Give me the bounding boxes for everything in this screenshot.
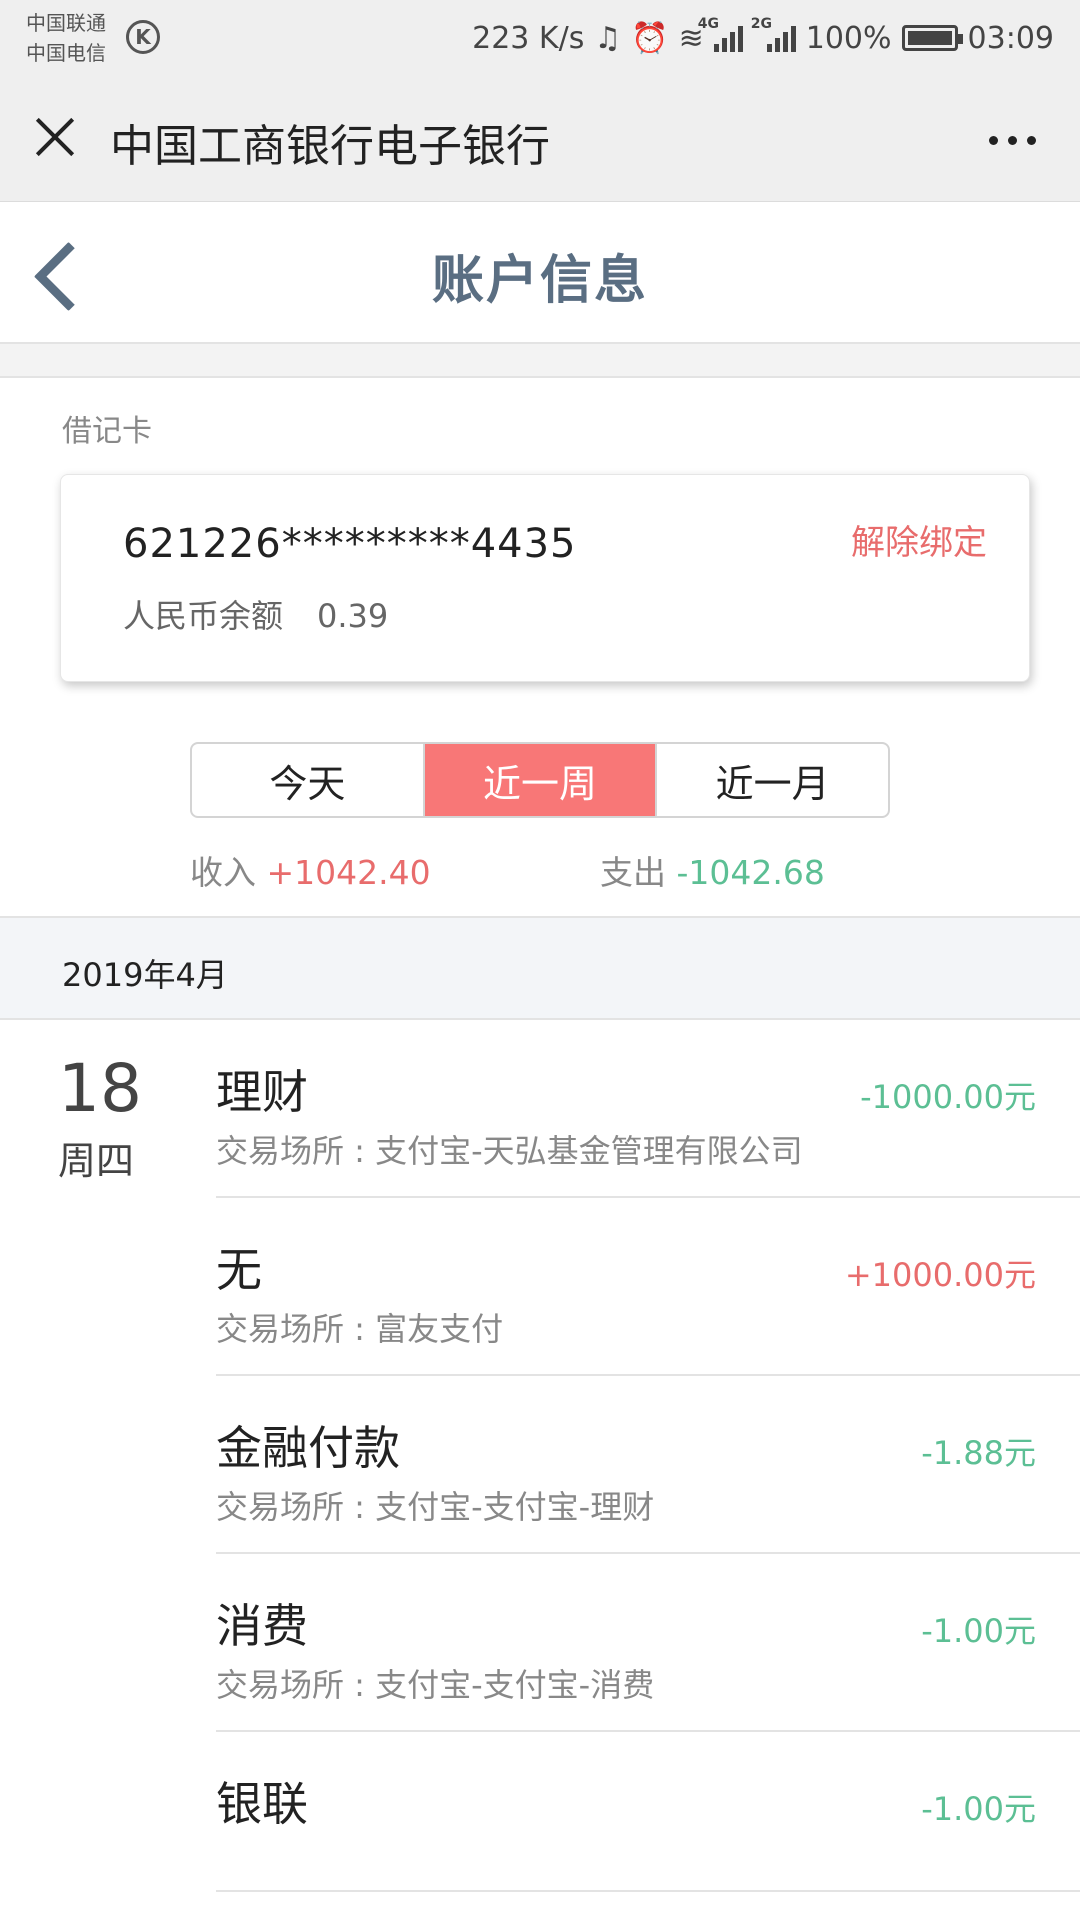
expense-label: 支出 (600, 853, 666, 892)
status-indicators: 223 K/s ♫ ⏰ ≋ 4G 2G 100% 03:09 (472, 16, 1054, 60)
transaction-amount: -1000.00元 (860, 1078, 1036, 1116)
carrier-labels: 中国联通 中国电信 (26, 8, 106, 68)
transaction-place: 交易场所 : 支付宝-支付宝-消费 (216, 1666, 655, 1704)
signal-2g-label: 2G (750, 16, 772, 32)
period-selector: 今天 近一周 近一月 (190, 742, 890, 818)
transaction-title: 银联 (216, 1777, 308, 1831)
balance-value: 0.39 (317, 597, 389, 635)
transaction-row[interactable]: 理财 -1000.00元 交易场所 : 支付宝-天弘基金管理有限公司 (216, 1020, 1080, 1198)
carrier-1: 中国联通 (26, 11, 106, 35)
transaction-amount: +1000.00元 (844, 1256, 1036, 1294)
transaction-title: 理财 (216, 1065, 308, 1119)
month-label: 2019年4月 (62, 956, 228, 994)
transaction-row[interactable]: 金融付款 -1.88元 交易场所 : 支付宝-支付宝-理财 (216, 1376, 1080, 1554)
transaction-place: 交易场所 : 支付宝-支付宝-理财 (216, 1488, 655, 1526)
unbind-button[interactable]: 解除绑定 (851, 515, 987, 564)
signal-4g-label: 4G (697, 16, 719, 32)
transaction-place: 交易场所 : 富友支付 (216, 1310, 504, 1348)
card-type-label: 借记卡 (62, 414, 152, 449)
k-badge-icon: K (126, 20, 160, 54)
more-icon[interactable] (989, 136, 1036, 145)
status-bar: 中国联通 中国电信 K 223 K/s ♫ ⏰ ≋ 4G 2G 100% 03:… (0, 0, 1080, 80)
bank-card: 621226*********4435 解除绑定 人民币余额 0.39 (60, 474, 1030, 682)
card-number: 621226*********4435 (123, 521, 577, 567)
signal-4g-icon: 4G (698, 16, 743, 52)
clock: 03:09 (967, 20, 1054, 56)
transaction-title: 无 (216, 1243, 262, 1297)
window-title: 中国工商银行电子银行 (110, 121, 550, 172)
expense-value: -1042.68 (676, 853, 825, 892)
tab-last-week[interactable]: 近一周 (422, 744, 656, 816)
transaction-title: 金融付款 (216, 1421, 400, 1475)
tab-last-month[interactable]: 近一月 (655, 744, 888, 816)
tab-today[interactable]: 今天 (192, 744, 423, 816)
page-header: 账户信息 (0, 202, 1080, 344)
browser-titlebar: 中国工商银行电子银行 (0, 80, 1080, 202)
app-root: 中国联通 中国电信 K 223 K/s ♫ ⏰ ≋ 4G 2G 100% 03:… (0, 0, 1080, 1920)
transaction-amount: -1.88元 (921, 1434, 1036, 1472)
network-speed: 223 K/s (472, 20, 585, 56)
transaction-row[interactable]: 消费 -1.00元 交易场所 : 支付宝-支付宝-消费 (216, 1554, 1080, 1732)
date-day: 18 (58, 1050, 142, 1127)
balance-row: 人民币余额 0.39 (123, 591, 388, 637)
transaction-amount: -1.00元 (921, 1790, 1036, 1828)
signal-2g-icon: 2G (751, 16, 796, 52)
battery-percent: 100% (805, 20, 892, 56)
transaction-amount: -1.00元 (921, 1612, 1036, 1650)
transaction-place: 交易场所 : 支付宝-天弘基金管理有限公司 (216, 1132, 803, 1170)
close-icon[interactable] (34, 116, 76, 158)
transaction-row[interactable]: 无 +1000.00元 交易场所 : 富友支付 (216, 1198, 1080, 1376)
date-weekday: 周四 (58, 1139, 135, 1183)
income-total: 收入 +1042.40 (190, 846, 431, 894)
month-header: 2019年4月 (0, 916, 1080, 1020)
page-title: 账户信息 (431, 251, 648, 311)
alarm-icon: ⏰ (631, 20, 669, 56)
transaction-row[interactable]: 银联 -1.00元 (216, 1732, 1080, 1892)
carrier-2: 中国电信 (26, 41, 106, 65)
income-value: +1042.40 (266, 853, 431, 892)
income-label: 收入 (190, 853, 256, 892)
expense-total: 支出 -1042.68 (600, 846, 825, 894)
balance-label: 人民币余额 (123, 597, 284, 635)
section-divider (0, 344, 1080, 378)
headset-icon: ♫ (594, 20, 622, 56)
transaction-title: 消费 (216, 1599, 308, 1653)
battery-icon (901, 25, 963, 51)
